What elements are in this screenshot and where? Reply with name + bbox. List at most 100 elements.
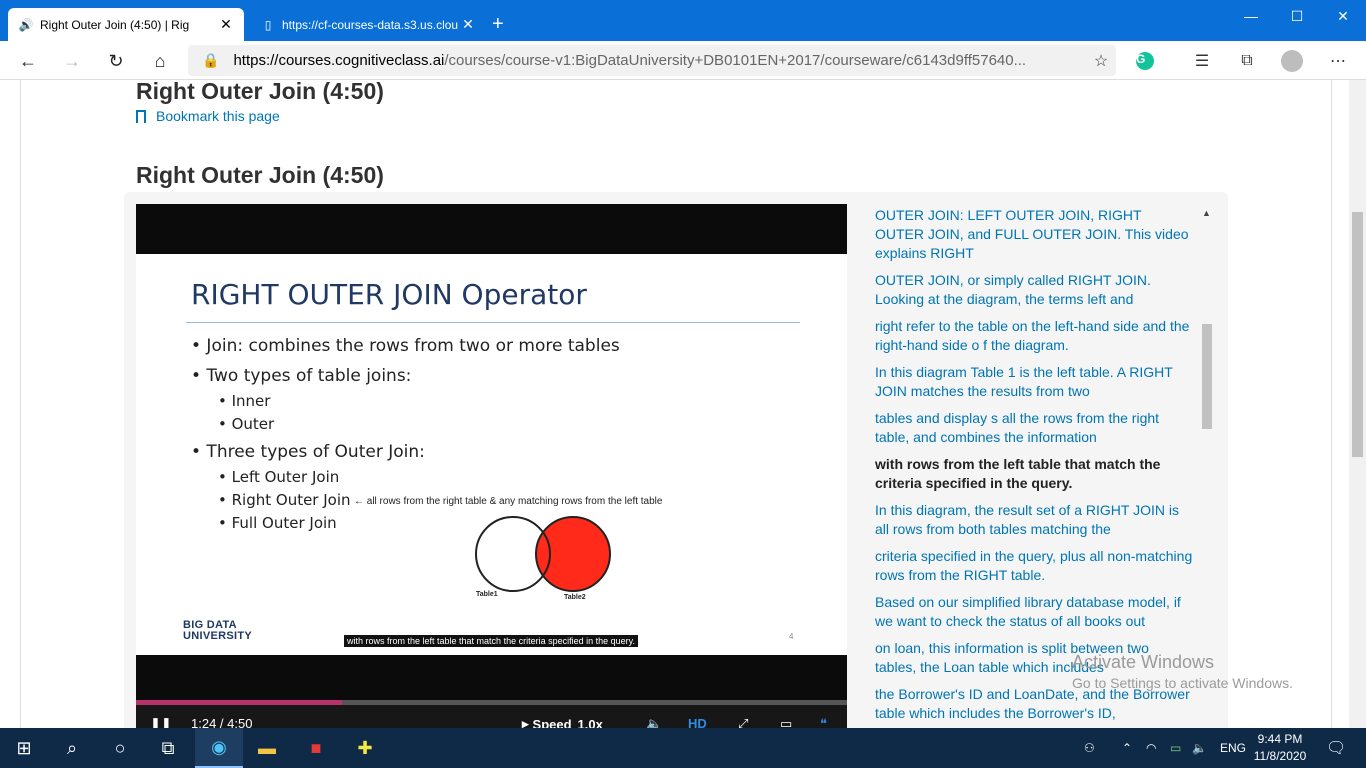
page-content: Right Outer Join (4:50) Bookmark this pa… (0, 80, 1366, 728)
start-icon[interactable]: ⊞ (0, 728, 48, 768)
slide-subbullet: • Full Outer Join (218, 514, 337, 532)
file-explorer-icon[interactable]: ▬ (243, 728, 291, 768)
taskbar-clock[interactable]: 9:44 PM 11/8/2020 (1250, 731, 1310, 765)
video-time: 1:24 / 4:50 (191, 716, 253, 728)
video-controls: ❚❚ 1:24 / 4:50 ▸ Speed 1.0x 🔈 HD ⤢ ▭ ❝ (136, 705, 847, 728)
page-icon: ▯ (264, 17, 272, 32)
people-icon[interactable]: ⚇ (1084, 728, 1095, 768)
bookmark-label: Bookmark this page (156, 108, 280, 124)
tab-inactive[interactable]: ▯ https://cf-courses-data.s3.us.clou ✕ (250, 8, 486, 41)
venn-diagram (475, 516, 611, 592)
video-caption: with rows from the left table that match… (344, 635, 638, 647)
close-window-icon[interactable]: ✕ (1320, 0, 1366, 32)
slide-subbullet: • Right Outer Join (218, 491, 351, 509)
url-field[interactable]: 🔒 https://courses.cognitiveclass.ai/cour… (188, 45, 1116, 76)
forward-icon[interactable]: → (60, 49, 84, 73)
speed-button[interactable]: ▸ Speed 1.0x (522, 716, 603, 728)
video-heading: Right Outer Join (4:50) (136, 162, 384, 188)
battery-icon[interactable]: ▭ (1170, 728, 1181, 768)
cortana-icon[interactable]: ○ (96, 728, 144, 768)
slide-subbullet: • Left Outer Join (218, 468, 340, 486)
clock-date: 11/8/2020 (1253, 749, 1307, 763)
transcript-scroll-thumb[interactable] (1202, 324, 1212, 429)
show-hidden-icons[interactable]: ⌃ (1122, 728, 1132, 768)
maximize-icon[interactable]: ☐ (1274, 0, 1320, 32)
lock-icon[interactable]: 🔒 (202, 52, 219, 69)
fullscreen-icon[interactable]: ⤢ (738, 716, 748, 728)
transcript-line[interactable]: right refer to the table on the left-han… (875, 317, 1193, 355)
language-indicator[interactable]: ENG (1220, 728, 1246, 768)
speed-value: 1.0x (577, 716, 603, 729)
venn-label-table2: Table2 (564, 594, 586, 601)
refresh-icon[interactable]: ↻ (104, 49, 128, 73)
slide-annotation: ← all rows from the right table & any ma… (354, 496, 663, 507)
app-icon[interactable]: ✚ (341, 728, 389, 768)
watermark-line2: Go to Settings to activate Windows. (1072, 675, 1293, 691)
transcript-line[interactable]: In this diagram, the result set of a RIG… (875, 501, 1193, 539)
speed-label: Speed (532, 716, 572, 729)
profile-avatar[interactable] (1280, 49, 1304, 73)
slide-divider (186, 322, 800, 323)
slide-bullet: • Two types of table joins: (191, 366, 412, 386)
page-scrollbar[interactable] (1349, 80, 1366, 728)
tab-title: Right Outer Join (4:50) | Rig (40, 17, 190, 32)
video-player[interactable]: RIGHT OUTER JOIN Operator • Join: combin… (136, 204, 847, 728)
favorite-star-icon[interactable]: ☆ (1086, 51, 1116, 71)
activate-windows-watermark: Activate Windows Go to Settings to activ… (1072, 652, 1293, 691)
url-text: https://courses.cognitiveclass.ai/course… (233, 52, 1027, 69)
transcript-scrollbar[interactable]: ▲ (1200, 204, 1214, 728)
slide-bullet: • Three types of Outer Join: (191, 442, 425, 462)
tab-active[interactable]: 🔊 Right Outer Join (4:50) | Rig ✕ (8, 8, 244, 41)
bookmark-icon (136, 109, 146, 123)
home-icon[interactable]: ⌂ (148, 49, 172, 73)
edge-browser-icon[interactable]: ◉ (195, 728, 243, 768)
transcript-line[interactable]: In this diagram Table 1 is the left tabl… (875, 363, 1193, 401)
grammarly-icon[interactable]: G (1133, 49, 1157, 73)
wifi-icon[interactable]: ◠ (1146, 728, 1156, 768)
window-controls: — ☐ ✕ (1228, 0, 1366, 32)
unit-title: Right Outer Join (4:50) (136, 80, 384, 104)
clock-time: 9:44 PM (1257, 732, 1303, 746)
venn-label-table1: Table1 (476, 591, 498, 598)
back-icon[interactable]: ← (16, 49, 40, 73)
volume-tray-icon[interactable]: 🔈 (1192, 728, 1207, 768)
address-bar: ← → ↻ ⌂ 🔒 https://courses.cognitiveclass… (0, 41, 1366, 80)
bookmark-button[interactable]: Bookmark this page (136, 108, 280, 124)
hd-button[interactable]: HD (688, 716, 707, 728)
audio-playing-icon: 🔊 (18, 17, 34, 32)
task-view-icon[interactable]: ⧉ (144, 728, 192, 768)
browser-titlebar: 🔊 Right Outer Join (4:50) | Rig ✕ ▯ http… (0, 0, 1366, 41)
slide-subbullet: • Inner (218, 392, 271, 410)
acrobat-icon[interactable]: ■ (292, 728, 340, 768)
windows-taskbar: ⊞ ⌕ ○ ⧉ ◉ ▬ ■ ✚ ⚇ ⌃ ◠ ▭ 🔈 ENG 9:44 PM 11… (0, 728, 1366, 768)
slide-number: 4 (789, 632, 794, 641)
transcript-toggle-icon[interactable]: ❝ (820, 716, 827, 728)
transcript-panel[interactable]: OUTER JOIN: LEFT OUTER JOIN, RIGHT OUTER… (847, 204, 1217, 728)
pause-icon[interactable]: ❚❚ (150, 716, 172, 728)
logo-line2: UNIVERSITY (183, 630, 253, 642)
transcript-line[interactable]: criteria specified in the query, plus al… (875, 547, 1193, 585)
favorites-icon[interactable]: ☰ (1190, 49, 1214, 73)
more-menu-icon[interactable]: ⋯ (1326, 49, 1350, 73)
notifications-icon[interactable]: 🗨 (1326, 728, 1346, 768)
search-icon[interactable]: ⌕ (48, 728, 96, 768)
page-scroll-thumb[interactable] (1352, 212, 1363, 457)
volume-icon[interactable]: 🔈 (646, 716, 662, 728)
close-tab-icon[interactable]: ✕ (218, 16, 234, 33)
new-tab-button[interactable]: + (492, 14, 504, 34)
collections-icon[interactable]: ⧉ (1235, 49, 1259, 73)
closed-captions-icon[interactable]: ▭ (780, 716, 792, 728)
scroll-up-icon[interactable]: ▲ (1202, 208, 1211, 218)
video-slide: RIGHT OUTER JOIN Operator • Join: combin… (136, 254, 847, 655)
bdu-logo: BIG DATA UNIVERSITY (183, 620, 252, 642)
transcript-line[interactable]: OUTER JOIN: LEFT OUTER JOIN, RIGHT OUTER… (875, 206, 1193, 263)
transcript-line[interactable]: Based on our simplified library database… (875, 593, 1193, 631)
venn-right-circle (535, 516, 611, 592)
minimize-icon[interactable]: — (1228, 0, 1274, 32)
transcript-line[interactable]: OUTER JOIN, or simply called RIGHT JOIN.… (875, 271, 1193, 309)
transcript-line[interactable]: with rows from the left table that match… (875, 455, 1193, 493)
watermark-line1: Activate Windows (1072, 652, 1215, 672)
slide-subbullet: • Outer (218, 415, 275, 433)
transcript-line[interactable]: tables and display s all the rows from t… (875, 409, 1193, 447)
close-tab-icon[interactable]: ✕ (460, 16, 476, 33)
